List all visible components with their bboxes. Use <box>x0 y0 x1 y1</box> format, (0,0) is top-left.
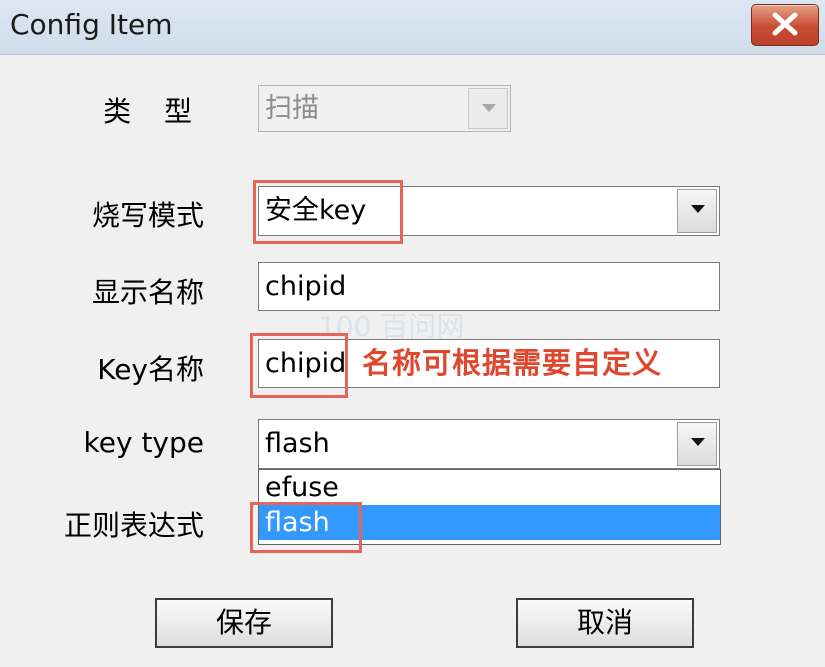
burn-mode-highlight-box <box>253 180 403 244</box>
burn-mode-label: 烧写模式 <box>91 199 204 232</box>
key-type-label: key type <box>83 426 204 459</box>
close-icon <box>772 12 798 36</box>
key-type-select[interactable]: flash <box>258 419 720 469</box>
window-title: Config Item <box>10 8 173 41</box>
chevron-down-icon <box>691 205 705 213</box>
key-type-dropdown-button[interactable] <box>677 422 717 466</box>
regex-label: 正则表达式 <box>63 509 204 542</box>
chevron-down-icon <box>691 438 705 446</box>
key-name-highlight-box <box>250 333 348 398</box>
save-button[interactable]: 保存 <box>155 598 333 648</box>
chevron-down-icon <box>482 104 496 112</box>
display-name-label: 显示名称 <box>91 276 204 309</box>
burn-mode-dropdown-button[interactable] <box>677 189 717 233</box>
type-dropdown-button <box>468 88 508 129</box>
type-select: 扫描 <box>258 85 511 132</box>
title-bar: Config Item <box>0 0 825 55</box>
annotation-note: 名称可根据需要自定义 <box>362 346 663 380</box>
close-button[interactable] <box>751 4 819 46</box>
cancel-button[interactable]: 取消 <box>516 598 694 648</box>
type-label: 类 型 <box>103 95 204 128</box>
option-efuse[interactable]: efuse <box>259 470 720 505</box>
type-select-value: 扫描 <box>265 93 319 124</box>
flash-option-highlight-box <box>250 502 362 553</box>
key-type-value: flash <box>265 428 330 459</box>
display-name-input[interactable]: chipid <box>258 262 720 311</box>
key-name-label: Key名称 <box>97 353 204 386</box>
